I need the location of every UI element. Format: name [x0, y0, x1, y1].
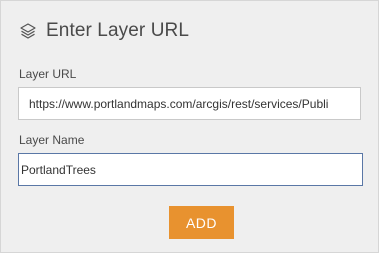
- layers-icon: [19, 22, 37, 40]
- panel-title: Enter Layer URL: [46, 20, 190, 41]
- enter-layer-url-panel: Enter Layer URL Layer URL Layer Name ADD: [0, 0, 379, 253]
- layer-url-label: Layer URL: [19, 67, 77, 81]
- layer-name-input[interactable]: [18, 153, 363, 186]
- panel-header: Enter Layer URL: [19, 19, 189, 43]
- layer-name-label: Layer Name: [19, 133, 85, 147]
- layer-url-input[interactable]: [18, 87, 361, 120]
- add-button[interactable]: ADD: [169, 206, 234, 239]
